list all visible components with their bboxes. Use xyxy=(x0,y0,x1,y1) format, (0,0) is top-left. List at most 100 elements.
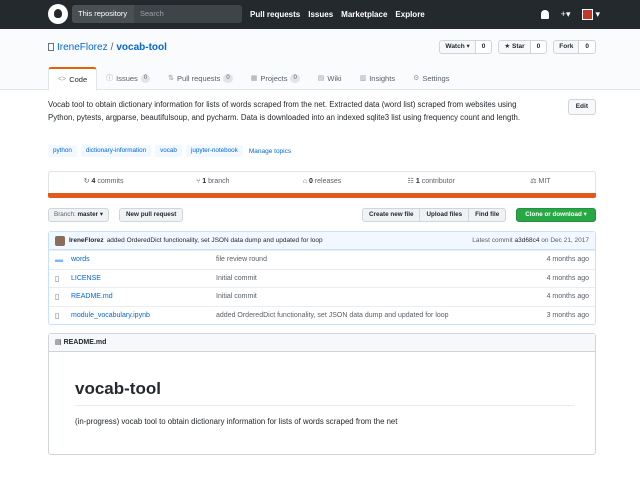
readme-filename: README.md xyxy=(63,339,107,346)
commit-author-link[interactable]: IreneFlorez xyxy=(69,237,104,244)
watch-count[interactable]: 0 xyxy=(475,40,493,54)
law-icon: ⚖ xyxy=(530,178,537,185)
new-pull-request-button[interactable]: New pull request xyxy=(119,208,184,222)
bell-icon[interactable] xyxy=(540,10,549,19)
tab-issues[interactable]: ⓘ Issues 0 xyxy=(97,67,159,90)
commits-link[interactable]: ↻ 4 commits xyxy=(49,172,158,193)
user-menu-button[interactable]: ▾ xyxy=(582,9,600,20)
branch-select[interactable]: Branch: master ▾ xyxy=(48,208,110,222)
topic-list: python dictionary-information vocab jupy… xyxy=(48,145,291,157)
file-age: 4 months ago xyxy=(546,293,589,301)
topic-tag[interactable]: python xyxy=(48,145,77,157)
readme-header: ▤ README.md xyxy=(49,334,595,352)
table-row: ▬ words file review round 4 months ago xyxy=(49,250,595,269)
tab-projects[interactable]: ▦ Projects 0 xyxy=(242,67,309,90)
search-box[interactable]: This repository Search xyxy=(72,5,242,23)
pull-request-icon: ⇅ xyxy=(168,75,175,82)
file-name-link[interactable]: words xyxy=(71,256,216,263)
readme-divider xyxy=(75,405,575,406)
tab-label: Insights xyxy=(369,74,396,83)
avatar xyxy=(582,9,594,20)
star-button[interactable]: ★ Star xyxy=(498,40,531,54)
manage-topics-link[interactable]: Manage topics xyxy=(249,148,291,155)
topic-tag[interactable]: dictionary-information xyxy=(80,145,152,157)
file-name-link[interactable]: module_vocabulary.ipynb xyxy=(71,312,216,319)
latest-commit-prefix: Latest commit xyxy=(472,237,513,244)
language-bar[interactable] xyxy=(48,193,596,198)
commit-sha-link[interactable]: a3d68c4 xyxy=(515,237,540,244)
tab-label: Issues xyxy=(116,74,138,83)
file-age: 3 months ago xyxy=(546,311,589,319)
chevron-down-icon: ▾ xyxy=(595,9,600,19)
topic-tag[interactable]: jupyter-notebook xyxy=(185,145,243,157)
nav-issues[interactable]: Issues xyxy=(308,0,333,29)
repo-name-link[interactable]: vocab-tool xyxy=(116,42,167,53)
tab-settings[interactable]: ⚙ Settings xyxy=(404,67,458,90)
file-name-link[interactable]: README.md xyxy=(71,293,216,300)
branches-link[interactable]: ⑂ 1 branch xyxy=(158,172,267,193)
repo-icon xyxy=(48,43,54,51)
summary-label: releases xyxy=(314,178,342,185)
tab-label: Settings xyxy=(422,74,450,83)
branch-label: Branch: xyxy=(54,211,76,218)
tab-wiki[interactable]: ▤ Wiki xyxy=(309,67,351,90)
table-row: ▯ module_vocabulary.ipynb added OrderedD… xyxy=(49,305,595,325)
issue-icon: ⓘ xyxy=(106,75,114,82)
star-count[interactable]: 0 xyxy=(530,40,548,54)
upload-files-button[interactable]: Upload files xyxy=(419,208,470,222)
license-link[interactable]: ⚖ MIT xyxy=(486,172,595,193)
create-new-file-button[interactable]: Create new file xyxy=(362,208,421,222)
repo-owner-link[interactable]: IreneFlorez xyxy=(57,42,108,53)
fork-count[interactable]: 0 xyxy=(579,40,596,54)
chevron-down-icon: ▾ xyxy=(565,9,571,19)
new-menu-button[interactable]: +▾ xyxy=(561,9,571,20)
watch-button[interactable]: Watch ▾ xyxy=(439,40,476,54)
edit-description-button[interactable]: Edit xyxy=(567,99,596,115)
tab-counter: 0 xyxy=(223,74,233,83)
releases-link[interactable]: ⌂ 0 releases xyxy=(267,172,376,193)
repo-actions: Watch ▾ 0 ★ Star 0 Fork 0 xyxy=(439,40,596,54)
file-commit-link[interactable]: Initial commit xyxy=(216,293,529,300)
star-action: ★ Star 0 xyxy=(498,40,548,54)
file-commit-link[interactable]: file review round xyxy=(216,256,529,263)
project-icon: ▦ xyxy=(250,75,258,82)
book-icon: ▤ xyxy=(55,339,64,346)
topic-tag[interactable]: vocab xyxy=(155,145,182,157)
file-buttons: Create new file Upload files Find file xyxy=(362,208,507,222)
nav-marketplace[interactable]: Marketplace xyxy=(341,0,387,29)
contributor-count: 1 xyxy=(415,178,420,185)
file-commit-link[interactable]: added OrderedDict functionality, set JSO… xyxy=(216,312,529,319)
repo-header: IreneFlorez / vocab-tool Watch ▾ 0 ★ Star … xyxy=(0,29,640,91)
top-nav: Pull requests Issues Marketplace Explore xyxy=(250,0,425,29)
header-right: +▾ ▾ xyxy=(540,0,600,29)
avatar[interactable] xyxy=(55,235,65,246)
tab-code[interactable]: <> Code xyxy=(48,67,98,91)
tab-label: Code xyxy=(69,75,88,84)
tab-insights[interactable]: ▥ Insights xyxy=(351,67,404,90)
file-name-link[interactable]: LICENSE xyxy=(71,275,216,282)
readme-panel: ▤ README.md vocab-tool (in-progress) voc… xyxy=(48,333,596,455)
file-commit-link[interactable]: Initial commit xyxy=(216,275,529,282)
file-age: 4 months ago xyxy=(546,274,589,282)
nav-pull-requests[interactable]: Pull requests xyxy=(250,0,300,29)
people-icon: ☷ xyxy=(407,178,414,185)
github-logo-icon[interactable] xyxy=(48,4,68,24)
repo-separator: / xyxy=(110,42,114,53)
latest-commit-bar: IreneFlorez added OrderedDict functional… xyxy=(49,232,595,250)
file-icon: ▯ xyxy=(55,273,60,283)
fork-action: Fork 0 xyxy=(553,40,596,54)
tab-label: Pull requests xyxy=(177,74,221,83)
branch-icon: ⑂ xyxy=(196,178,201,185)
tab-label: Wiki xyxy=(327,74,342,83)
search-scope-label: This repository xyxy=(72,5,134,23)
nav-explore[interactable]: Explore xyxy=(395,0,424,29)
contributors-link[interactable]: ☷ 1 contributor xyxy=(377,172,486,193)
search-input[interactable]: Search xyxy=(140,5,164,23)
find-file-button[interactable]: Find file xyxy=(468,208,507,222)
clone-download-button[interactable]: Clone or download ▾ xyxy=(516,208,596,222)
commit-count: 4 xyxy=(91,178,96,185)
fork-button[interactable]: Fork xyxy=(553,40,580,54)
commit-message-link[interactable]: added OrderedDict functionality, set JSO… xyxy=(107,237,323,244)
repo-tabs: <> Code ⓘ Issues 0 ⇅ Pull requests 0 ▦ Project… xyxy=(48,67,458,91)
tab-pull-requests[interactable]: ⇅ Pull requests 0 xyxy=(159,67,242,90)
